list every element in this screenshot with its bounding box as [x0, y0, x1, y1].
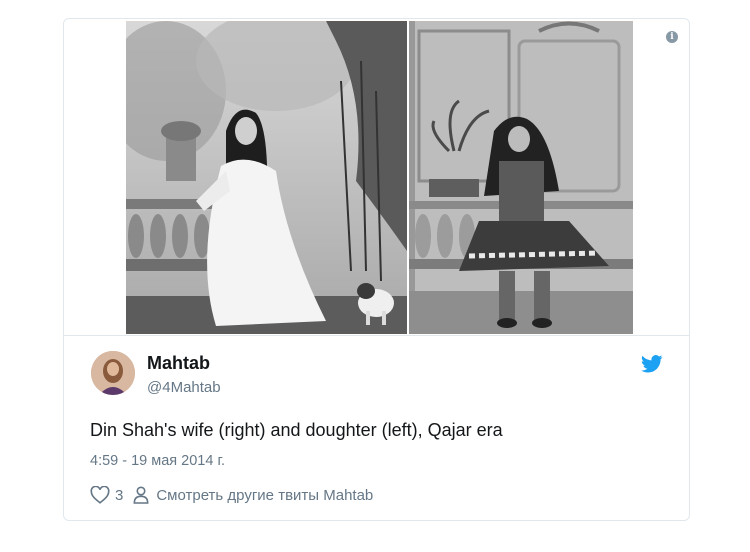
like-count[interactable]: 3 [115, 487, 123, 504]
embedded-tweet-card[interactable]: i Mahtab @4Mahtab Din Shah's wife (right… [63, 18, 690, 521]
author-handle[interactable]: @4Mahtab [147, 379, 221, 396]
heart-icon[interactable] [90, 486, 110, 504]
divider [64, 335, 689, 336]
info-icon[interactable]: i [666, 31, 678, 43]
tweet-text: Din Shah's wife (right) and doughter (le… [90, 420, 503, 440]
person-icon[interactable] [133, 486, 149, 504]
author-name[interactable]: Mahtab [147, 353, 210, 374]
photo-daughter[interactable] [126, 21, 407, 334]
photo-wife[interactable] [409, 21, 633, 334]
twitter-bird-icon[interactable] [641, 355, 663, 373]
view-more-tweets-link[interactable]: Смотреть другие твиты Mahtab [156, 487, 373, 504]
tweet-actions: 3 Смотреть другие твиты Mahtab [90, 486, 373, 504]
tweet-timestamp[interactable]: 4:59 - 19 мая 2014 г. [90, 453, 225, 469]
avatar[interactable] [91, 351, 135, 395]
tweet-media[interactable] [126, 21, 633, 334]
